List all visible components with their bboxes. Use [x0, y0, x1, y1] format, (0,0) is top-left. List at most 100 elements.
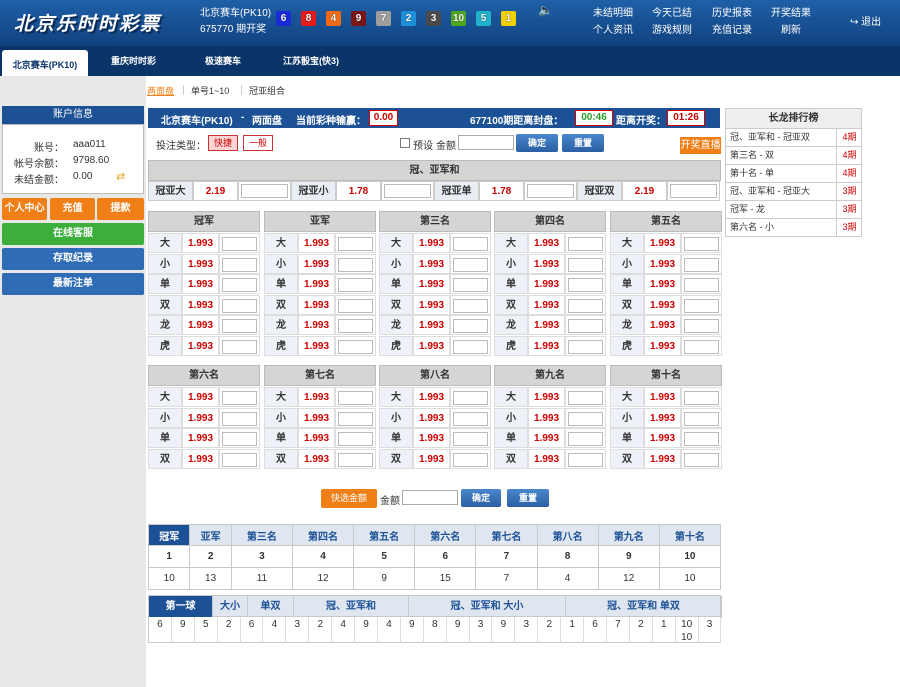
- bet-option-input[interactable]: [222, 278, 257, 292]
- speaker-icon[interactable]: 🔈: [538, 3, 553, 17]
- header-nav-link[interactable]: 充值记录: [712, 22, 752, 39]
- bet-option-input[interactable]: [453, 319, 488, 333]
- bet-option-input[interactable]: [222, 432, 257, 446]
- stats-header-cell[interactable]: 第十名: [658, 524, 722, 546]
- bet-option-input[interactable]: [684, 391, 719, 405]
- live-draw-button[interactable]: 开奖直播: [680, 137, 721, 154]
- bet-option-input[interactable]: [338, 237, 373, 251]
- bet-option-input[interactable]: [338, 319, 373, 333]
- road-tab[interactable]: 冠、亚军和 单双: [566, 596, 722, 618]
- bet-option-input[interactable]: [568, 411, 603, 426]
- bet-option-input[interactable]: [338, 452, 373, 467]
- road-tab[interactable]: 第一球: [149, 596, 213, 618]
- bet-option-input[interactable]: [684, 298, 719, 313]
- road-tab[interactable]: 大小: [213, 596, 248, 618]
- bottom-amount-input[interactable]: [402, 490, 458, 505]
- bet-option-input[interactable]: [684, 237, 719, 251]
- header-nav-link[interactable]: 未结明细: [593, 5, 633, 22]
- road-tab[interactable]: 单双: [248, 596, 294, 618]
- online-service-button[interactable]: 在线客服: [2, 223, 144, 245]
- stats-header-cell[interactable]: 亚军: [189, 524, 232, 546]
- header-nav-link[interactable]: 历史报表: [712, 5, 752, 22]
- bet-option-input[interactable]: [568, 391, 603, 405]
- tab-k3[interactable]: 江苏骰宝(快3): [283, 54, 339, 67]
- tab-cqssc[interactable]: 重庆时时彩: [111, 54, 156, 67]
- bet-option-input[interactable]: [338, 278, 373, 292]
- bet-option-input[interactable]: [684, 339, 719, 354]
- road-tab[interactable]: 冠、亚军和: [294, 596, 409, 618]
- stats-header-cell[interactable]: 冠军: [147, 524, 191, 546]
- header-nav-link[interactable]: 个人资讯: [593, 22, 633, 39]
- stats-header-cell[interactable]: 第八名: [536, 524, 599, 546]
- bet-option-input[interactable]: [568, 339, 603, 354]
- bet-option-input[interactable]: [568, 432, 603, 446]
- bet-option-input[interactable]: [684, 257, 719, 272]
- bet-option-input[interactable]: [684, 319, 719, 333]
- logout-button[interactable]: ↪ 退出: [850, 13, 881, 28]
- fast-mode-button[interactable]: 快捷: [208, 135, 239, 151]
- bet-option-input[interactable]: [338, 257, 373, 272]
- bet-option-input[interactable]: [453, 278, 488, 292]
- deposit-records-button[interactable]: 存取纪录: [2, 248, 144, 270]
- bottom-confirm-button[interactable]: 确定: [461, 489, 501, 507]
- bet-option-input[interactable]: [453, 237, 488, 251]
- tab-jisu[interactable]: 极速赛车: [205, 54, 241, 67]
- stats-header-cell[interactable]: 第六名: [414, 524, 477, 546]
- subtab-single[interactable]: 单号1~10: [191, 84, 229, 97]
- amount-input[interactable]: [458, 135, 514, 150]
- normal-mode-button[interactable]: 一般: [243, 135, 274, 151]
- stats-header-cell[interactable]: 第三名: [230, 524, 293, 546]
- subtab-combo[interactable]: 冠亚组合: [249, 84, 285, 97]
- bet-option-input[interactable]: [222, 298, 257, 313]
- bottom-reset-button[interactable]: 重置: [507, 489, 549, 507]
- road-tab[interactable]: 冠、亚军和 大小: [409, 596, 566, 618]
- bet-option-input[interactable]: [453, 452, 488, 467]
- gyh-item-input[interactable]: [241, 184, 288, 198]
- bet-option-input[interactable]: [568, 237, 603, 251]
- stats-header-cell[interactable]: 第四名: [291, 524, 355, 546]
- confirm-button[interactable]: 确定: [516, 134, 558, 152]
- header-nav-link[interactable]: 今天已结: [652, 5, 692, 22]
- bet-option-input[interactable]: [568, 257, 603, 272]
- latest-bets-button[interactable]: 最新注单: [2, 273, 144, 295]
- stats-header-cell[interactable]: 第七名: [475, 524, 538, 546]
- withdraw-button[interactable]: 提款: [97, 198, 144, 220]
- bet-option-input[interactable]: [338, 411, 373, 426]
- gyh-item-input[interactable]: [384, 184, 431, 198]
- header-nav-link[interactable]: 开奖结果: [771, 5, 811, 22]
- bet-option-input[interactable]: [453, 339, 488, 354]
- reset-button[interactable]: 重置: [562, 134, 604, 152]
- header-nav-link[interactable]: 游戏规则: [652, 22, 692, 39]
- quick-amount-button[interactable]: 快选金额: [321, 489, 377, 508]
- bet-option-input[interactable]: [338, 339, 373, 354]
- bet-option-input[interactable]: [568, 452, 603, 467]
- subtab-two-sides[interactable]: 两面盘: [147, 84, 174, 97]
- bet-option-input[interactable]: [222, 411, 257, 426]
- recharge-button[interactable]: 充值: [50, 198, 95, 220]
- bet-option-input[interactable]: [222, 339, 257, 354]
- bet-option-input[interactable]: [222, 237, 257, 251]
- personal-center-button[interactable]: 个人中心: [2, 198, 47, 220]
- bet-option-input[interactable]: [338, 298, 373, 313]
- bet-option-input[interactable]: [568, 298, 603, 313]
- bet-option-input[interactable]: [453, 391, 488, 405]
- bet-option-input[interactable]: [684, 278, 719, 292]
- bet-option-input[interactable]: [222, 319, 257, 333]
- bet-option-input[interactable]: [568, 319, 603, 333]
- tab-pk10[interactable]: 北京赛车(PK10): [2, 50, 88, 78]
- bet-option-input[interactable]: [222, 391, 257, 405]
- bet-option-input[interactable]: [453, 298, 488, 313]
- bet-option-input[interactable]: [453, 411, 488, 426]
- bet-option-input[interactable]: [684, 411, 719, 426]
- preset-checkbox[interactable]: [400, 138, 410, 148]
- bet-option-input[interactable]: [684, 452, 719, 467]
- bet-option-input[interactable]: [222, 257, 257, 272]
- stats-header-cell[interactable]: 第五名: [353, 524, 416, 546]
- header-nav-link[interactable]: 刷新: [771, 22, 811, 39]
- bet-option-input[interactable]: [453, 257, 488, 272]
- bet-option-input[interactable]: [568, 278, 603, 292]
- bet-option-input[interactable]: [338, 432, 373, 446]
- bet-option-input[interactable]: [684, 432, 719, 446]
- bet-option-input[interactable]: [338, 391, 373, 405]
- stats-header-cell[interactable]: 第九名: [597, 524, 660, 546]
